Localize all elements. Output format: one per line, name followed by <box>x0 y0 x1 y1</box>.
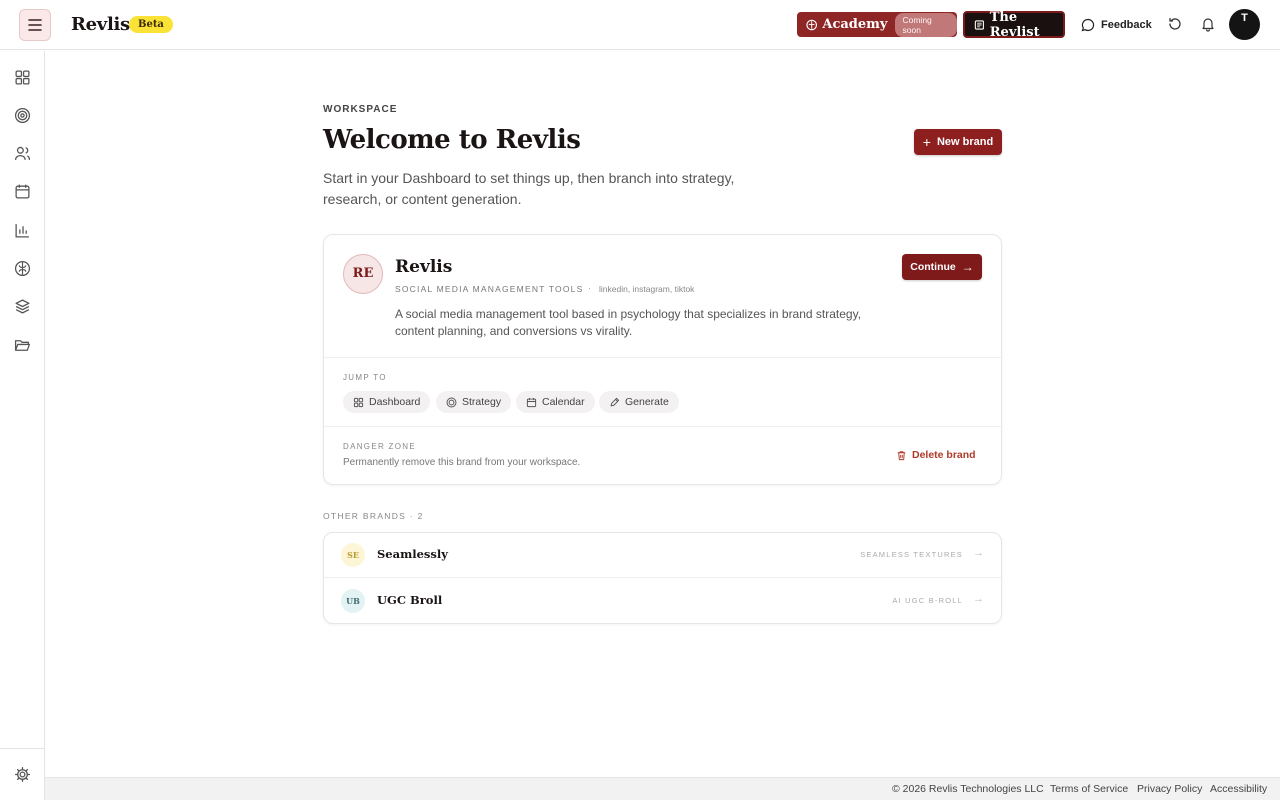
brand-tag: AI UGC B-ROLL <box>892 596 963 605</box>
gear-icon[interactable] <box>14 766 31 783</box>
target-icon <box>446 397 457 407</box>
sidebar-divider <box>0 748 44 749</box>
brand-separator: · <box>588 283 591 293</box>
revlist-label: The Revlist <box>989 9 1040 40</box>
brand-name: UGC Broll <box>377 593 443 607</box>
layers-icon[interactable] <box>14 298 31 315</box>
jump-to-label: JUMP TO <box>343 373 387 382</box>
accessibility-link[interactable]: Accessibility <box>1210 783 1267 795</box>
brand-name: Seamlessly <box>377 547 448 561</box>
grid-icon[interactable] <box>14 69 31 86</box>
danger-zone-text: Permanently remove this brand from your … <box>343 457 581 468</box>
brand-tag: SEAMLESS TEXTURES <box>860 550 963 559</box>
users-icon[interactable] <box>14 145 31 162</box>
card-divider <box>324 426 1001 427</box>
beta-badge: Beta <box>129 16 173 33</box>
user-avatar[interactable]: T <box>1229 9 1260 40</box>
jump-calendar-label: Calendar <box>542 396 585 408</box>
copyright-text: © 2026 Revlis Technologies LLC <box>892 783 1044 795</box>
brand-row-seamlessly[interactable]: SE Seamlessly SEAMLESS TEXTURES → <box>324 533 1001 578</box>
coming-soon-badge: Coming soon <box>895 12 957 37</box>
plus-icon: + <box>922 134 931 150</box>
new-brand-label: New brand <box>936 136 994 148</box>
brand-avatar: SE <box>341 543 365 567</box>
menu-button[interactable] <box>19 9 51 41</box>
newspaper-icon <box>974 19 984 30</box>
feedback-button[interactable]: Feedback <box>1081 15 1152 35</box>
bell-icon <box>1202 18 1214 32</box>
brand-description: A social media management tool based in … <box>395 307 862 338</box>
new-brand-button[interactable]: + New brand <box>914 129 1002 155</box>
brand-name: Revlis <box>395 257 453 277</box>
grid-icon <box>353 397 364 407</box>
delete-brand-button[interactable]: Delete brand <box>896 449 976 461</box>
jump-calendar-chip[interactable]: Calendar <box>516 391 595 413</box>
card-divider <box>324 357 1001 358</box>
brain-icon[interactable] <box>14 260 31 277</box>
app-logo[interactable]: Revlis <box>71 14 130 35</box>
jump-generate-label: Generate <box>625 396 669 408</box>
brand-avatar: UB <box>341 589 365 613</box>
arrow-right-icon: → <box>973 593 984 605</box>
bar-chart-icon[interactable] <box>14 222 31 239</box>
jump-strategy-label: Strategy <box>462 396 502 408</box>
calendar-icon[interactable] <box>14 183 31 200</box>
brand-row-ugc-broll[interactable]: UB UGC Broll AI UGC B-ROLL → <box>324 579 1001 624</box>
pencil-icon <box>610 397 620 406</box>
trash-icon <box>897 450 906 460</box>
jump-dashboard-label: Dashboard <box>369 396 421 408</box>
footer: © 2026 Revlis Technologies LLC Terms of … <box>45 777 1280 800</box>
hamburger-icon <box>28 19 42 31</box>
brand-avatar: RE <box>343 254 383 294</box>
arrow-right-icon: → <box>961 260 974 274</box>
feedback-label: Feedback <box>1101 19 1152 31</box>
brand-platforms: linkedin, instagram, tiktok <box>599 284 695 294</box>
refresh-button[interactable] <box>1167 16 1183 37</box>
page-title: Welcome to Revlis <box>323 125 581 155</box>
delete-brand-label: Delete brand <box>912 449 976 461</box>
sidebar <box>0 51 45 800</box>
continue-button[interactable]: Continue → <box>902 254 982 280</box>
notifications-button[interactable] <box>1200 16 1216 37</box>
academy-button[interactable]: Academy Coming soon <box>797 12 957 37</box>
refresh-icon <box>1169 17 1181 30</box>
other-brands-list: SE Seamlessly SEAMLESS TEXTURES → UB UGC… <box>323 532 1002 624</box>
target-icon[interactable] <box>14 107 31 124</box>
academy-icon <box>806 19 817 30</box>
privacy-link[interactable]: Privacy Policy <box>1137 783 1202 795</box>
jump-generate-chip[interactable]: Generate <box>599 391 679 413</box>
section-eyebrow: WORKSPACE <box>323 104 398 115</box>
folder-icon[interactable] <box>14 337 31 354</box>
page-subtitle: Start in your Dashboard to set things up… <box>323 170 735 207</box>
top-bar: Revlis Beta Academy Coming soon The Revl… <box>0 0 1280 50</box>
calendar-icon <box>526 397 537 407</box>
chat-bubble-icon <box>1081 18 1095 32</box>
active-brand-card: RE Revlis SOCIAL MEDIA MANAGEMENT TOOLS … <box>323 234 1002 485</box>
academy-label: Academy <box>822 17 888 32</box>
other-brands-label: OTHER BRANDS · 2 <box>323 511 424 521</box>
brand-category: SOCIAL MEDIA MANAGEMENT TOOLS <box>395 284 584 294</box>
terms-link[interactable]: Terms of Service <box>1050 783 1128 795</box>
jump-strategy-chip[interactable]: Strategy <box>436 391 512 413</box>
revlist-button[interactable]: The Revlist <box>963 9 1065 40</box>
danger-zone-label: DANGER ZONE <box>343 442 416 451</box>
arrow-right-icon: → <box>973 547 984 559</box>
jump-dashboard-chip[interactable]: Dashboard <box>343 391 431 413</box>
continue-label: Continue <box>910 261 956 273</box>
